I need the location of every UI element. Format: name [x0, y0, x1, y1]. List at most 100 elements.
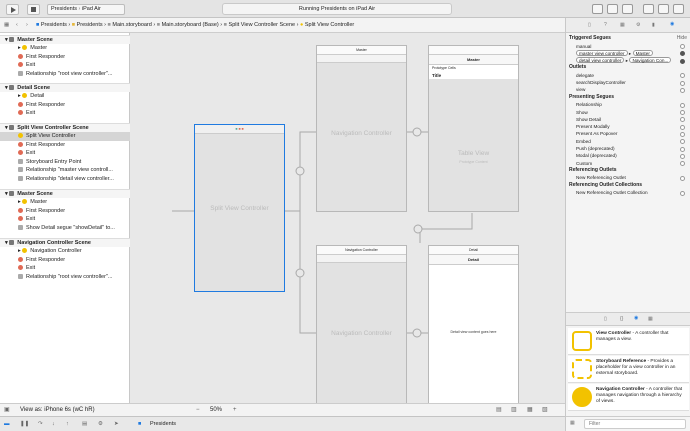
version-editor-icon[interactable]: [622, 4, 633, 14]
code-snippet-icon[interactable]: {}: [620, 316, 623, 322]
library-filter-input[interactable]: [584, 419, 686, 429]
assistant-editor-icon[interactable]: [607, 4, 618, 14]
memory-graph-icon[interactable]: ⚙: [98, 417, 103, 431]
identity-inspector-icon[interactable]: ▦: [620, 22, 625, 28]
outline-item[interactable]: ▸ Detail: [0, 92, 130, 101]
view-controller-icon: [18, 133, 23, 138]
scene-header[interactable]: ▾ Split View Controller Scene: [0, 123, 130, 132]
view-as-button[interactable]: View as: iPhone 6s (wC hR): [20, 404, 95, 416]
breadcrumb-storyboard[interactable]: ■ Main.storyboard: [108, 22, 152, 28]
outline-item[interactable]: Show Detail segue "showDetail" to...: [0, 224, 130, 233]
step-in-icon[interactable]: ↓: [52, 417, 55, 431]
outline-item[interactable]: First Responder: [0, 207, 130, 216]
view-debugger-icon[interactable]: ▤: [82, 417, 87, 431]
connection-circle-icon[interactable]: [680, 73, 685, 79]
connection-circle-icon[interactable]: [680, 124, 685, 130]
zoom-out-icon[interactable]: −: [196, 404, 200, 416]
outline-item[interactable]: Relationship "master view controll...: [0, 166, 130, 175]
debug-area-toggle-icon[interactable]: [658, 4, 669, 14]
breadcrumb-project[interactable]: ■ Presidents: [36, 22, 67, 28]
navigation-controller-scene-top[interactable]: Master Navigation Controller: [316, 45, 407, 212]
size-inspector-icon[interactable]: ▮: [652, 22, 655, 28]
pin-icon[interactable]: ▥: [511, 404, 517, 416]
connection-circle-icon[interactable]: [680, 161, 685, 167]
connection-circle-icon[interactable]: [680, 146, 685, 152]
outline-item[interactable]: First Responder: [0, 101, 130, 110]
storyboard-canvas[interactable]: ■ ■ ■ Split View Controller Master Navig…: [130, 33, 565, 403]
scene-header[interactable]: ▾ Master Scene: [0, 35, 130, 44]
outline-item[interactable]: Relationship "detail view controller...: [0, 175, 130, 184]
connection-circle-icon[interactable]: [680, 58, 685, 64]
outline-item[interactable]: Exit: [0, 61, 130, 70]
outline-item[interactable]: Storyboard Entry Point: [0, 158, 130, 167]
run-button[interactable]: [6, 4, 19, 15]
library-item-storyboard-reference[interactable]: Storyboard Reference - Provides a placeh…: [568, 356, 689, 383]
scene-header[interactable]: ▾ Master Scene: [0, 189, 130, 198]
attributes-inspector-icon[interactable]: ⚙: [636, 22, 640, 28]
debug-toggle-icon[interactable]: ▬: [4, 417, 10, 431]
outline-item[interactable]: First Responder: [0, 53, 130, 62]
master-table-scene[interactable]: Master Prototype Cells Title Table View …: [428, 45, 519, 212]
location-icon[interactable]: ➤: [114, 417, 119, 431]
breadcrumb-controller[interactable]: ● Split View Controller: [300, 22, 354, 28]
library-item-navigation-controller[interactable]: Navigation Controller - A controller tha…: [568, 384, 689, 411]
zoom-in-icon[interactable]: +: [233, 404, 237, 416]
outline-item[interactable]: First Responder: [0, 256, 130, 265]
standard-editor-icon[interactable]: [592, 4, 603, 14]
connection-circle-icon[interactable]: [680, 139, 685, 145]
resolve-icon[interactable]: ▦: [527, 404, 533, 416]
file-template-icon[interactable]: ▯: [604, 316, 607, 322]
scene-header[interactable]: ▾ Detail Scene: [0, 83, 130, 92]
connection-circle-icon[interactable]: [680, 44, 685, 49]
outline-item[interactable]: Relationship "root view controller"...: [0, 70, 130, 79]
connections-inspector-icon[interactable]: ◉: [670, 21, 674, 27]
media-library-icon[interactable]: ▦: [648, 316, 653, 322]
outline-item[interactable]: ▸ Master: [0, 198, 130, 207]
help-inspector-icon[interactable]: ?: [604, 22, 607, 28]
scene-header[interactable]: ▾ Navigation Controller Scene: [0, 238, 130, 247]
split-view-controller-scene[interactable]: ■ ■ ■ Split View Controller: [194, 124, 285, 292]
outline-item[interactable]: Exit: [0, 215, 130, 224]
align-icon[interactable]: ▤: [496, 404, 502, 416]
file-inspector-icon[interactable]: ▯: [588, 22, 591, 28]
connection-circle-icon[interactable]: [680, 51, 685, 57]
outline-item-selected[interactable]: Split View Controller: [0, 132, 130, 141]
detail-scene[interactable]: Detail Detail Detail view content goes h…: [428, 245, 519, 403]
outline-item[interactable]: Relationship "root view controller"...: [0, 273, 130, 282]
resize-icon[interactable]: ▧: [542, 404, 548, 416]
outline-item[interactable]: ▸ Master: [0, 44, 130, 53]
outline-item[interactable]: ▸ Navigation Controller: [0, 247, 130, 256]
navigator-toggle-icon[interactable]: [643, 4, 654, 14]
connection-circle-icon[interactable]: [680, 80, 685, 86]
outline-item[interactable]: Exit: [0, 149, 130, 158]
outline-item[interactable]: First Responder: [0, 141, 130, 150]
step-out-icon[interactable]: ↑: [66, 417, 69, 431]
step-over-icon[interactable]: ↷: [38, 417, 43, 431]
connection-circle-icon[interactable]: [680, 110, 685, 116]
connection-circle-icon[interactable]: [680, 131, 685, 137]
outline-item[interactable]: Exit: [0, 264, 130, 273]
connection-circle-icon[interactable]: [680, 87, 685, 93]
navigation-controller-scene-bottom[interactable]: Navigation Controller Navigation Control…: [316, 245, 407, 403]
connection-circle-icon[interactable]: [680, 153, 685, 159]
scheme-selector[interactable]: Presidents › iPad Air: [47, 4, 125, 15]
breadcrumb-folder[interactable]: ■ Presidents: [72, 22, 103, 28]
hide-button[interactable]: Hide: [677, 35, 687, 43]
library-item-view-controller[interactable]: View Controller - A controller that mana…: [568, 328, 689, 355]
object-library-icon[interactable]: ◉: [634, 315, 638, 321]
back-icon[interactable]: ‹: [16, 18, 18, 32]
grid-view-icon[interactable]: ▦: [570, 420, 575, 426]
utilities-toggle-icon[interactable]: [673, 4, 684, 14]
connection-circle-icon[interactable]: [680, 117, 685, 123]
connection-circle-icon[interactable]: [680, 175, 685, 181]
breadcrumb-storyboard-base[interactable]: ■ Main.storyboard (Base): [157, 22, 219, 28]
stop-button[interactable]: [27, 4, 40, 15]
pause-icon[interactable]: ❚❚: [20, 417, 29, 431]
connection-circle-icon[interactable]: [680, 190, 685, 196]
forward-icon[interactable]: ›: [26, 18, 28, 32]
connection-circle-icon[interactable]: [680, 102, 685, 108]
outline-toggle-icon[interactable]: ▣: [4, 404, 10, 416]
outline-item[interactable]: Exit: [0, 109, 130, 118]
breadcrumb-scene[interactable]: ■ Split View Controller Scene: [224, 22, 295, 28]
related-items-icon[interactable]: ▦: [4, 18, 9, 32]
